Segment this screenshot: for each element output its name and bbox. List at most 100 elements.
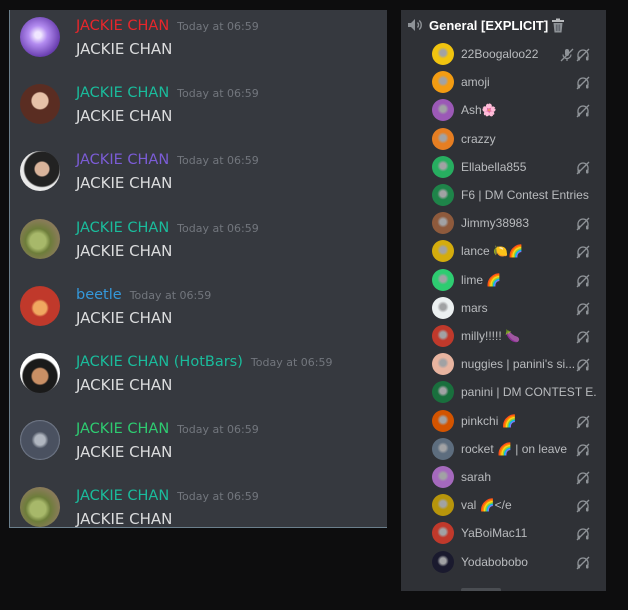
man-photo-avatar[interactable]: [20, 151, 60, 192]
member-avatar: [432, 212, 454, 235]
member-avatar: [432, 522, 454, 545]
deafened-icon: [576, 160, 590, 175]
voice-member[interactable]: Ash🌸: [401, 97, 606, 125]
deafened-icon: [576, 103, 590, 118]
voice-member[interactable]: mars: [401, 295, 606, 323]
voice-member[interactable]: panini | DM CONTEST E...: [401, 379, 606, 407]
deafened-icon: [576, 498, 590, 513]
message-author[interactable]: JACKIE CHAN (HotBars): [76, 354, 243, 370]
member-avatar: [432, 43, 454, 65]
cartoon-boy-avatar[interactable]: [20, 353, 60, 393]
chat-message: JACKIE CHAN Today at 06:59 JACKIE CHAN: [10, 147, 387, 207]
deafened-icon: [576, 526, 590, 541]
chat-message: JACKIE CHAN Today at 06:59 JACKIE CHAN: [10, 13, 387, 73]
voice-member[interactable]: crazzy: [401, 126, 606, 154]
member-avatar: [432, 155, 454, 178]
voice-member[interactable]: pinkchi 🌈: [401, 408, 606, 436]
woman-photo-avatar[interactable]: [20, 84, 60, 125]
voice-member[interactable]: milly!!!!! 🍆: [401, 323, 606, 351]
message-author[interactable]: beetle: [76, 287, 122, 303]
scroll-cutoff: [461, 588, 501, 591]
member-avatar: [432, 184, 454, 206]
chat-message: beetle Today at 06:59 JACKIE CHAN: [10, 282, 387, 342]
purple-lightning-avatar[interactable]: [20, 17, 60, 57]
deafened-icon: [576, 329, 590, 344]
member-name: Ellabella855: [461, 159, 527, 174]
lion-cartoon-avatar[interactable]: [20, 285, 60, 326]
voice-channel-title: General [EXPLICIT]: [429, 17, 549, 33]
deafened-icon: [576, 414, 590, 429]
message-author[interactable]: JACKIE CHAN: [76, 85, 169, 101]
member-avatar: [432, 71, 454, 94]
message-text: JACKIE CHAN: [76, 376, 173, 394]
member-name: pinkchi 🌈: [461, 413, 517, 428]
deafened-icon: [576, 555, 590, 570]
message-author[interactable]: JACKIE CHAN: [76, 488, 169, 504]
member-avatar: [432, 240, 454, 263]
member-name: F6 | DM Contest Entries: [461, 188, 589, 202]
member-name: Jimmy38983: [461, 216, 530, 231]
message-timestamp: Today at 06:59: [129, 288, 212, 302]
voice-member[interactable]: Jimmy38983: [401, 210, 606, 238]
message-header: beetle Today at 06:59: [76, 286, 211, 305]
member-name: val 🌈</e: [461, 498, 512, 513]
chat-message: JACKIE CHAN Today at 06:59 JACKIE CHAN: [10, 483, 387, 528]
member-avatar: [432, 353, 454, 376]
chat-panel: JACKIE CHAN Today at 06:59 JACKIE CHAN JACK…: [9, 10, 387, 528]
member-avatar: [432, 381, 454, 404]
member-name: crazzy: [461, 131, 496, 146]
voice-member[interactable]: nuggies | panini's si...: [401, 351, 606, 379]
member-name: nuggies | panini's si...: [461, 357, 576, 372]
message-author[interactable]: JACKIE CHAN: [76, 18, 169, 34]
deafened-icon: [576, 216, 590, 231]
message-timestamp: Today at 06:59: [177, 87, 259, 101]
yoda-avatar[interactable]: [20, 487, 60, 527]
voice-member[interactable]: Yodabobobo: [401, 549, 606, 577]
deafened-icon: [576, 273, 590, 288]
voice-channel-header[interactable]: General [EXPLICIT]: [407, 15, 565, 35]
member-avatar: [432, 550, 454, 573]
message-author[interactable]: JACKIE CHAN: [76, 220, 169, 236]
voice-channel-panel: General [EXPLICIT] 22Boogaloo22 amoji Ash🌸…: [401, 10, 606, 591]
member-name: lance 🍋🌈: [461, 244, 523, 259]
message-text: JACKIE CHAN: [76, 308, 173, 327]
message-author[interactable]: JACKIE CHAN: [76, 152, 169, 168]
member-name: sarah: [461, 470, 492, 484]
member-name: panini | DM CONTEST E...: [461, 385, 597, 400]
deafened-icon: [576, 357, 590, 372]
chat-message: JACKIE CHAN Today at 06:59 JACKIE CHAN: [10, 416, 387, 476]
voice-member[interactable]: 22Boogaloo22: [401, 41, 606, 69]
voice-member[interactable]: sarah: [401, 464, 606, 492]
member-avatar: [432, 466, 454, 488]
message-timestamp: Today at 06:59: [177, 221, 259, 235]
message-author[interactable]: JACKIE CHAN: [76, 421, 169, 437]
voice-member[interactable]: amoji: [401, 69, 606, 97]
message-timestamp: Today at 06:59: [177, 490, 259, 504]
member-name: 22Boogaloo22: [461, 47, 539, 61]
deafened-icon: [576, 75, 590, 90]
message-header: JACKIE CHAN Today at 06:59: [76, 420, 259, 439]
message-text: JACKIE CHAN: [76, 174, 173, 193]
trash-icon: [552, 18, 565, 32]
voice-member[interactable]: val 🌈</e: [401, 492, 606, 520]
deafened-icon: [576, 47, 590, 62]
knight-avatar[interactable]: [20, 420, 60, 461]
voice-member[interactable]: Ellabella855: [401, 154, 606, 182]
member-name: YaBoiMac11: [461, 526, 528, 541]
voice-member[interactable]: YaBoiMac11: [401, 520, 606, 548]
voice-member[interactable]: lime 🌈: [401, 267, 606, 295]
member-name: mars: [461, 300, 488, 315]
yoda-avatar[interactable]: [20, 218, 60, 259]
member-name: milly!!!!! 🍆: [461, 329, 520, 343]
member-name: Yodabobobo: [461, 554, 528, 569]
member-avatar: [432, 127, 454, 150]
voice-member[interactable]: lance 🍋🌈: [401, 238, 606, 266]
message-header: JACKIE CHAN Today at 06:59: [76, 17, 259, 36]
voice-member[interactable]: rocket 🌈 | on leave: [401, 436, 606, 464]
message-text: JACKIE CHAN: [76, 510, 173, 528]
deafened-icon: [576, 442, 590, 457]
deafened-icon: [576, 244, 590, 259]
message-header: JACKIE CHAN Today at 06:59: [76, 84, 259, 103]
member-avatar: [432, 409, 454, 432]
voice-member[interactable]: F6 | DM Contest Entries: [401, 182, 606, 210]
